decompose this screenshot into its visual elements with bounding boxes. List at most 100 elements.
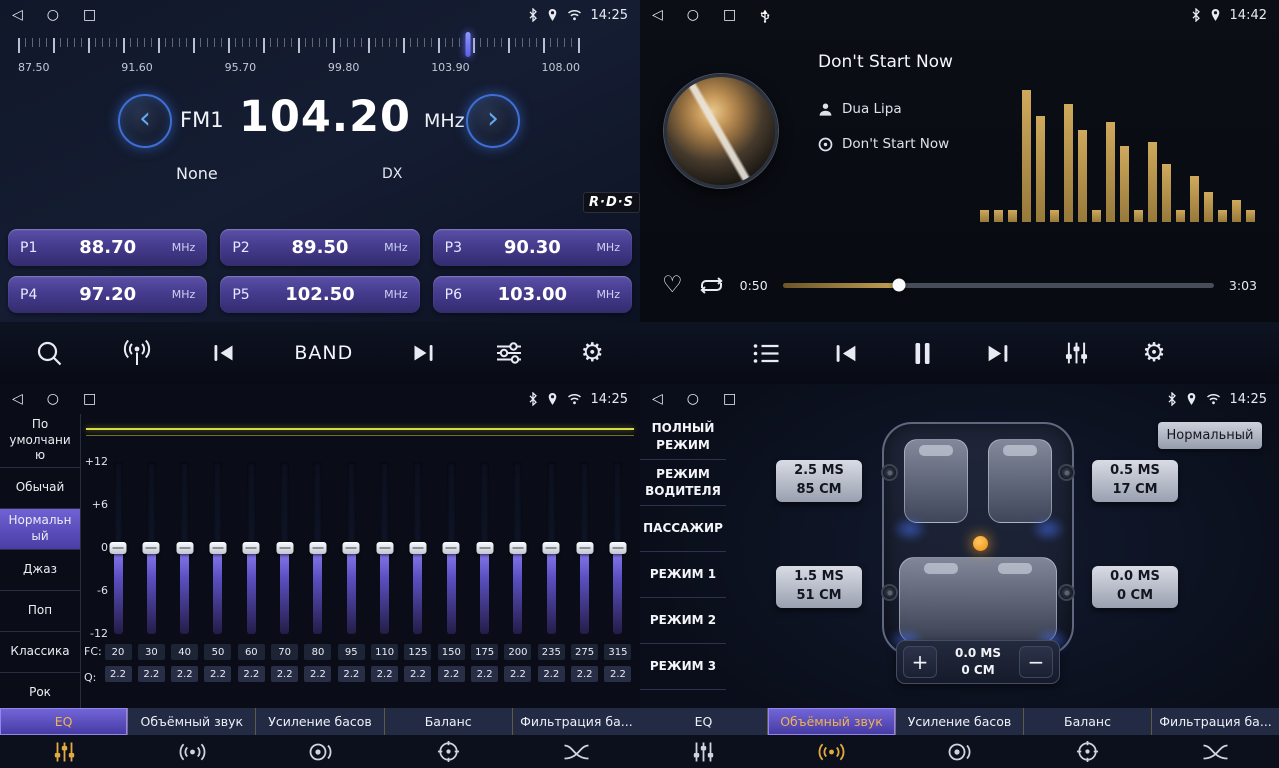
frequency-scale[interactable]: 87.5091.6095.7099.80103.90108.00	[18, 34, 580, 82]
eq-band-slider[interactable]	[580, 462, 589, 634]
listening-mode-item[interactable]: РЕЖИМ 3	[640, 644, 726, 690]
seek-knob[interactable]	[893, 279, 906, 292]
eq-slider-handle[interactable]	[176, 542, 193, 554]
eq-slider-handle[interactable]	[543, 542, 560, 554]
tab-icon-cell[interactable]	[640, 741, 768, 763]
eq-preset-item[interactable]: Обычай	[0, 468, 80, 509]
tab-icon-cell[interactable]	[896, 741, 1024, 763]
settings-button[interactable]: ⚙	[1142, 340, 1165, 366]
favorite-button[interactable]: ♡	[662, 274, 683, 297]
eq-preset-item[interactable]: Классика	[0, 632, 80, 673]
repeat-button[interactable]	[698, 275, 725, 296]
eq-preset-item[interactable]: По умолчанию	[0, 414, 80, 468]
eq-band-slider[interactable]	[280, 462, 289, 634]
listening-mode-item[interactable]: РЕЖИМ 1	[640, 552, 726, 598]
tab-equalizer[interactable]: EQ	[640, 708, 768, 735]
delay-rear-right-button[interactable]: 0.0 MS0 CM	[1092, 566, 1178, 608]
next-station-button[interactable]	[411, 342, 436, 364]
tab-icon-cell[interactable]	[256, 741, 384, 763]
tab-icon-cell[interactable]	[512, 742, 640, 762]
tab-icon-cell[interactable]	[768, 742, 896, 762]
tab-icon-cell[interactable]	[384, 740, 512, 763]
eq-slider-handle[interactable]	[209, 542, 226, 554]
eq-band-slider[interactable]	[413, 462, 422, 634]
listening-position-dot[interactable]	[973, 536, 988, 551]
preset-button-p3[interactable]: P390.30MHz	[433, 229, 632, 266]
home-button[interactable]: ○	[47, 392, 59, 406]
eq-band-slider[interactable]	[114, 462, 123, 634]
recents-button[interactable]: □	[723, 8, 736, 22]
tab-icon-cell[interactable]	[128, 742, 256, 762]
eq-band-slider[interactable]	[447, 462, 456, 634]
scan-button[interactable]	[36, 340, 63, 367]
delay-decrease-button[interactable]: −	[1019, 646, 1053, 678]
eq-preset-item[interactable]: Джаз	[0, 550, 80, 591]
listening-mode-item[interactable]: ПАССАЖИР	[640, 506, 726, 552]
eq-slider-handle[interactable]	[110, 542, 127, 554]
eq-band-slider[interactable]	[547, 462, 556, 634]
preset-button-p2[interactable]: P289.50MHz	[220, 229, 419, 266]
tab-icon-cell[interactable]	[1023, 740, 1151, 763]
preset-button-p4[interactable]: P497.20MHz	[8, 276, 207, 313]
tab-surround[interactable]: Объёмный звук	[768, 708, 896, 735]
back-button[interactable]: ◁	[12, 392, 23, 406]
eq-band-slider[interactable]	[247, 462, 256, 634]
eq-preset-item[interactable]: Поп	[0, 591, 80, 632]
frequency-pointer[interactable]	[465, 32, 470, 57]
tab-balance[interactable]: Баланс	[385, 708, 513, 735]
eq-band-slider[interactable]	[147, 462, 156, 634]
eq-preset-item[interactable]: Нормальный	[0, 509, 80, 550]
settings-button[interactable]: ⚙	[581, 340, 604, 366]
eq-band-slider[interactable]	[347, 462, 356, 634]
eq-slider-handle[interactable]	[409, 542, 426, 554]
preset-button-p6[interactable]: P6103.00MHz	[433, 276, 632, 313]
tab-icon-cell[interactable]	[0, 741, 128, 763]
tab-crossover[interactable]: Фильтрация ба...	[513, 708, 640, 735]
eq-slider-handle[interactable]	[509, 542, 526, 554]
eq-slider-handle[interactable]	[443, 542, 460, 554]
recents-button[interactable]: □	[83, 8, 96, 22]
tab-equalizer[interactable]: EQ	[0, 708, 128, 735]
tab-bass[interactable]: Усиление басов	[896, 708, 1024, 735]
eq-slider-handle[interactable]	[576, 542, 593, 554]
next-track-button[interactable]	[985, 342, 1011, 365]
eq-slider-handle[interactable]	[143, 542, 160, 554]
eq-band-slider[interactable]	[313, 462, 322, 634]
home-button[interactable]: ○	[687, 8, 699, 22]
listening-mode-item[interactable]: ПОЛНЫЙ РЕЖИМ	[640, 414, 726, 460]
recents-button[interactable]: □	[723, 392, 736, 406]
tab-bass[interactable]: Усиление басов	[256, 708, 384, 735]
home-button[interactable]: ○	[47, 8, 59, 22]
listening-mode-item[interactable]: РЕЖИМ 2	[640, 598, 726, 644]
recents-button[interactable]: □	[83, 392, 96, 406]
back-button[interactable]: ◁	[652, 8, 663, 22]
eq-slider-handle[interactable]	[243, 542, 260, 554]
eq-band-slider[interactable]	[180, 462, 189, 634]
delay-front-left-button[interactable]: 2.5 MS85 CM	[776, 460, 862, 502]
tab-icon-cell[interactable]	[1151, 742, 1279, 762]
home-button[interactable]: ○	[687, 392, 699, 406]
tab-crossover[interactable]: Фильтрация ба...	[1152, 708, 1279, 735]
eq-band-slider[interactable]	[213, 462, 222, 634]
eq-slider-handle[interactable]	[276, 542, 293, 554]
eq-band-slider[interactable]	[513, 462, 522, 634]
previous-track-button[interactable]	[833, 342, 859, 365]
tune-down-button[interactable]: ‹	[118, 94, 172, 148]
seek-slider[interactable]	[783, 283, 1214, 288]
eq-slider-handle[interactable]	[476, 542, 493, 554]
eq-slider-handle[interactable]	[343, 542, 360, 554]
eq-band-slider[interactable]	[380, 462, 389, 634]
eq-slider-handle[interactable]	[376, 542, 393, 554]
listening-mode-item[interactable]: РЕЖИМ ВОДИТЕЛЯ	[640, 460, 726, 506]
equalizer-button[interactable]	[1064, 341, 1089, 365]
audio-settings-button[interactable]	[495, 341, 523, 365]
pause-button[interactable]	[913, 341, 932, 366]
eq-slider-handle[interactable]	[309, 542, 326, 554]
sound-preset-button[interactable]: Нормальный	[1158, 422, 1262, 449]
delay-rear-left-button[interactable]: 1.5 MS51 CM	[776, 566, 862, 608]
delay-front-right-button[interactable]: 0.5 MS17 CM	[1092, 460, 1178, 502]
tab-surround[interactable]: Объёмный звук	[128, 708, 256, 735]
preset-button-p5[interactable]: P5102.50MHz	[220, 276, 419, 313]
eq-band-slider[interactable]	[480, 462, 489, 634]
band-button[interactable]: BAND	[294, 342, 353, 364]
